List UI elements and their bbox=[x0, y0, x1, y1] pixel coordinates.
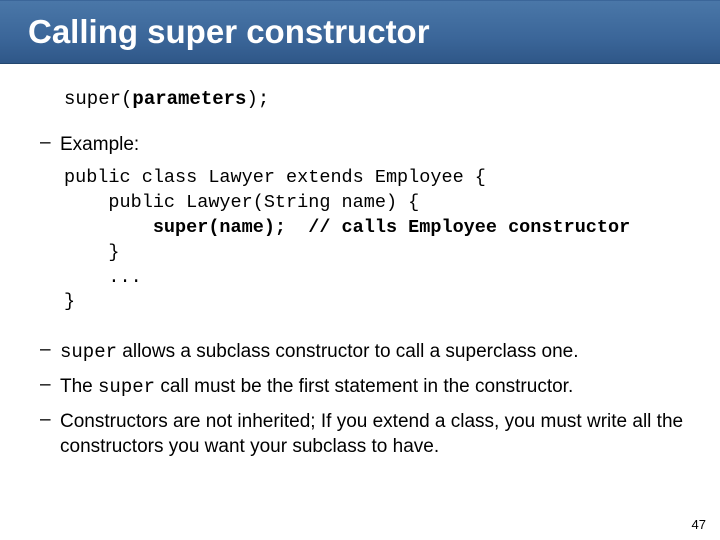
bullet-3: – Constructors are not inherited; If you… bbox=[40, 409, 684, 460]
bullet-dash: – bbox=[40, 409, 60, 460]
slide-title: Calling super constructor bbox=[28, 13, 430, 51]
code-l4: } bbox=[64, 242, 120, 263]
code-l1: public class Lawyer extends Employee { bbox=[64, 167, 486, 188]
title-bar: Calling super constructor bbox=[0, 0, 720, 64]
bullet-2c: call must be the first statement in the … bbox=[155, 376, 573, 397]
bullet-dash: – bbox=[40, 339, 60, 366]
page-number: 47 bbox=[692, 517, 706, 532]
code-block: public class Lawyer extends Employee { p… bbox=[64, 166, 684, 316]
bullet-3-text: Constructors are not inherited; If you e… bbox=[60, 409, 684, 460]
bullet-2: – The super call must be the first state… bbox=[40, 374, 684, 401]
syntax-right: ); bbox=[246, 88, 269, 110]
code-l3a: super(name); bbox=[64, 217, 286, 238]
syntax-line: super(parameters); bbox=[64, 88, 684, 110]
code-l2: public Lawyer(String name) { bbox=[64, 192, 419, 213]
code-l6: } bbox=[64, 291, 75, 312]
bullet-2-code: super bbox=[98, 376, 155, 398]
bullet-1-rest: allows a subclass constructor to call a … bbox=[117, 341, 579, 362]
code-l3b: // calls Employee constructor bbox=[286, 217, 630, 238]
bullet-1-text: super allows a subclass constructor to c… bbox=[60, 339, 579, 366]
syntax-left: super( bbox=[64, 88, 132, 110]
slide: Calling super constructor super(paramete… bbox=[0, 0, 720, 540]
slide-body: super(parameters); – Example: public cla… bbox=[0, 64, 720, 460]
bullet-1: – super allows a subclass constructor to… bbox=[40, 339, 684, 366]
syntax-mid: parameters bbox=[132, 88, 246, 110]
bullet-example: – Example: bbox=[40, 132, 684, 158]
bullet-1-code: super bbox=[60, 341, 117, 363]
bullet-dash: – bbox=[40, 374, 60, 401]
bullet-2a: The bbox=[60, 376, 98, 397]
code-l5: ... bbox=[64, 267, 142, 288]
bullet-dash: – bbox=[40, 132, 60, 158]
bullet-2-text: The super call must be the first stateme… bbox=[60, 374, 573, 401]
example-label: Example: bbox=[60, 132, 139, 158]
